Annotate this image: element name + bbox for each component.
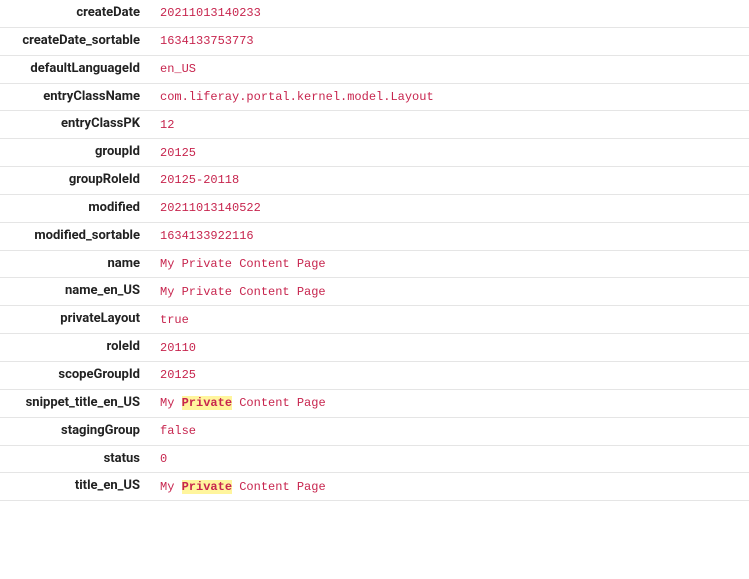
- property-value: 1634133922116: [150, 223, 749, 249]
- property-key: privateLayout: [0, 306, 150, 333]
- property-key: defaultLanguageId: [0, 56, 150, 83]
- property-key: status: [0, 446, 150, 473]
- property-row: title_en_USMy Private Content Page: [0, 473, 749, 501]
- property-value: 20125: [150, 140, 749, 166]
- property-value: true: [150, 307, 749, 333]
- property-key: title_en_US: [0, 473, 150, 500]
- property-row: roleId20110: [0, 334, 749, 362]
- highlight-text: Private: [182, 480, 232, 494]
- property-value: 20211013140522: [150, 195, 749, 221]
- property-value: 20211013140233: [150, 0, 749, 26]
- property-value: 20125-20118: [150, 167, 749, 193]
- property-key: createDate_sortable: [0, 28, 150, 55]
- property-value: 20110: [150, 335, 749, 361]
- property-key: roleId: [0, 334, 150, 361]
- property-key: createDate: [0, 0, 150, 27]
- property-row: stagingGroupfalse: [0, 418, 749, 446]
- property-key: stagingGroup: [0, 418, 150, 445]
- property-key: entryClassName: [0, 84, 150, 111]
- property-row: modified_sortable1634133922116: [0, 223, 749, 251]
- property-value: 20125: [150, 362, 749, 388]
- property-row: snippet_title_en_USMy Private Content Pa…: [0, 390, 749, 418]
- property-row: entryClassNamecom.liferay.portal.kernel.…: [0, 84, 749, 112]
- property-row: defaultLanguageIden_US: [0, 56, 749, 84]
- property-value: My Private Content Page: [150, 390, 749, 416]
- property-value: 12: [150, 112, 749, 138]
- property-row: groupRoleId20125-20118: [0, 167, 749, 195]
- property-key: snippet_title_en_US: [0, 390, 150, 417]
- property-value: My Private Content Page: [150, 251, 749, 277]
- property-row: groupId20125: [0, 139, 749, 167]
- property-value: com.liferay.portal.kernel.model.Layout: [150, 84, 749, 110]
- property-key: entryClassPK: [0, 111, 150, 138]
- property-key: name_en_US: [0, 278, 150, 305]
- property-key: modified_sortable: [0, 223, 150, 250]
- property-key: modified: [0, 195, 150, 222]
- property-row: privateLayouttrue: [0, 306, 749, 334]
- property-row: scopeGroupId20125: [0, 362, 749, 390]
- property-row: createDate20211013140233: [0, 0, 749, 28]
- property-value: 1634133753773: [150, 28, 749, 54]
- property-row: name_en_USMy Private Content Page: [0, 278, 749, 306]
- property-row: status0: [0, 446, 749, 474]
- property-value: My Private Content Page: [150, 279, 749, 305]
- property-key: groupRoleId: [0, 167, 150, 194]
- property-key: scopeGroupId: [0, 362, 150, 389]
- property-key: name: [0, 251, 150, 278]
- highlight-text: Private: [182, 396, 232, 410]
- property-value: false: [150, 418, 749, 444]
- property-row: createDate_sortable1634133753773: [0, 28, 749, 56]
- property-value: 0: [150, 446, 749, 472]
- property-row: entryClassPK12: [0, 111, 749, 139]
- property-value: en_US: [150, 56, 749, 82]
- property-value: My Private Content Page: [150, 474, 749, 500]
- property-row: modified20211013140522: [0, 195, 749, 223]
- property-key: groupId: [0, 139, 150, 166]
- properties-table: createDate20211013140233createDate_sorta…: [0, 0, 749, 501]
- property-row: nameMy Private Content Page: [0, 251, 749, 279]
